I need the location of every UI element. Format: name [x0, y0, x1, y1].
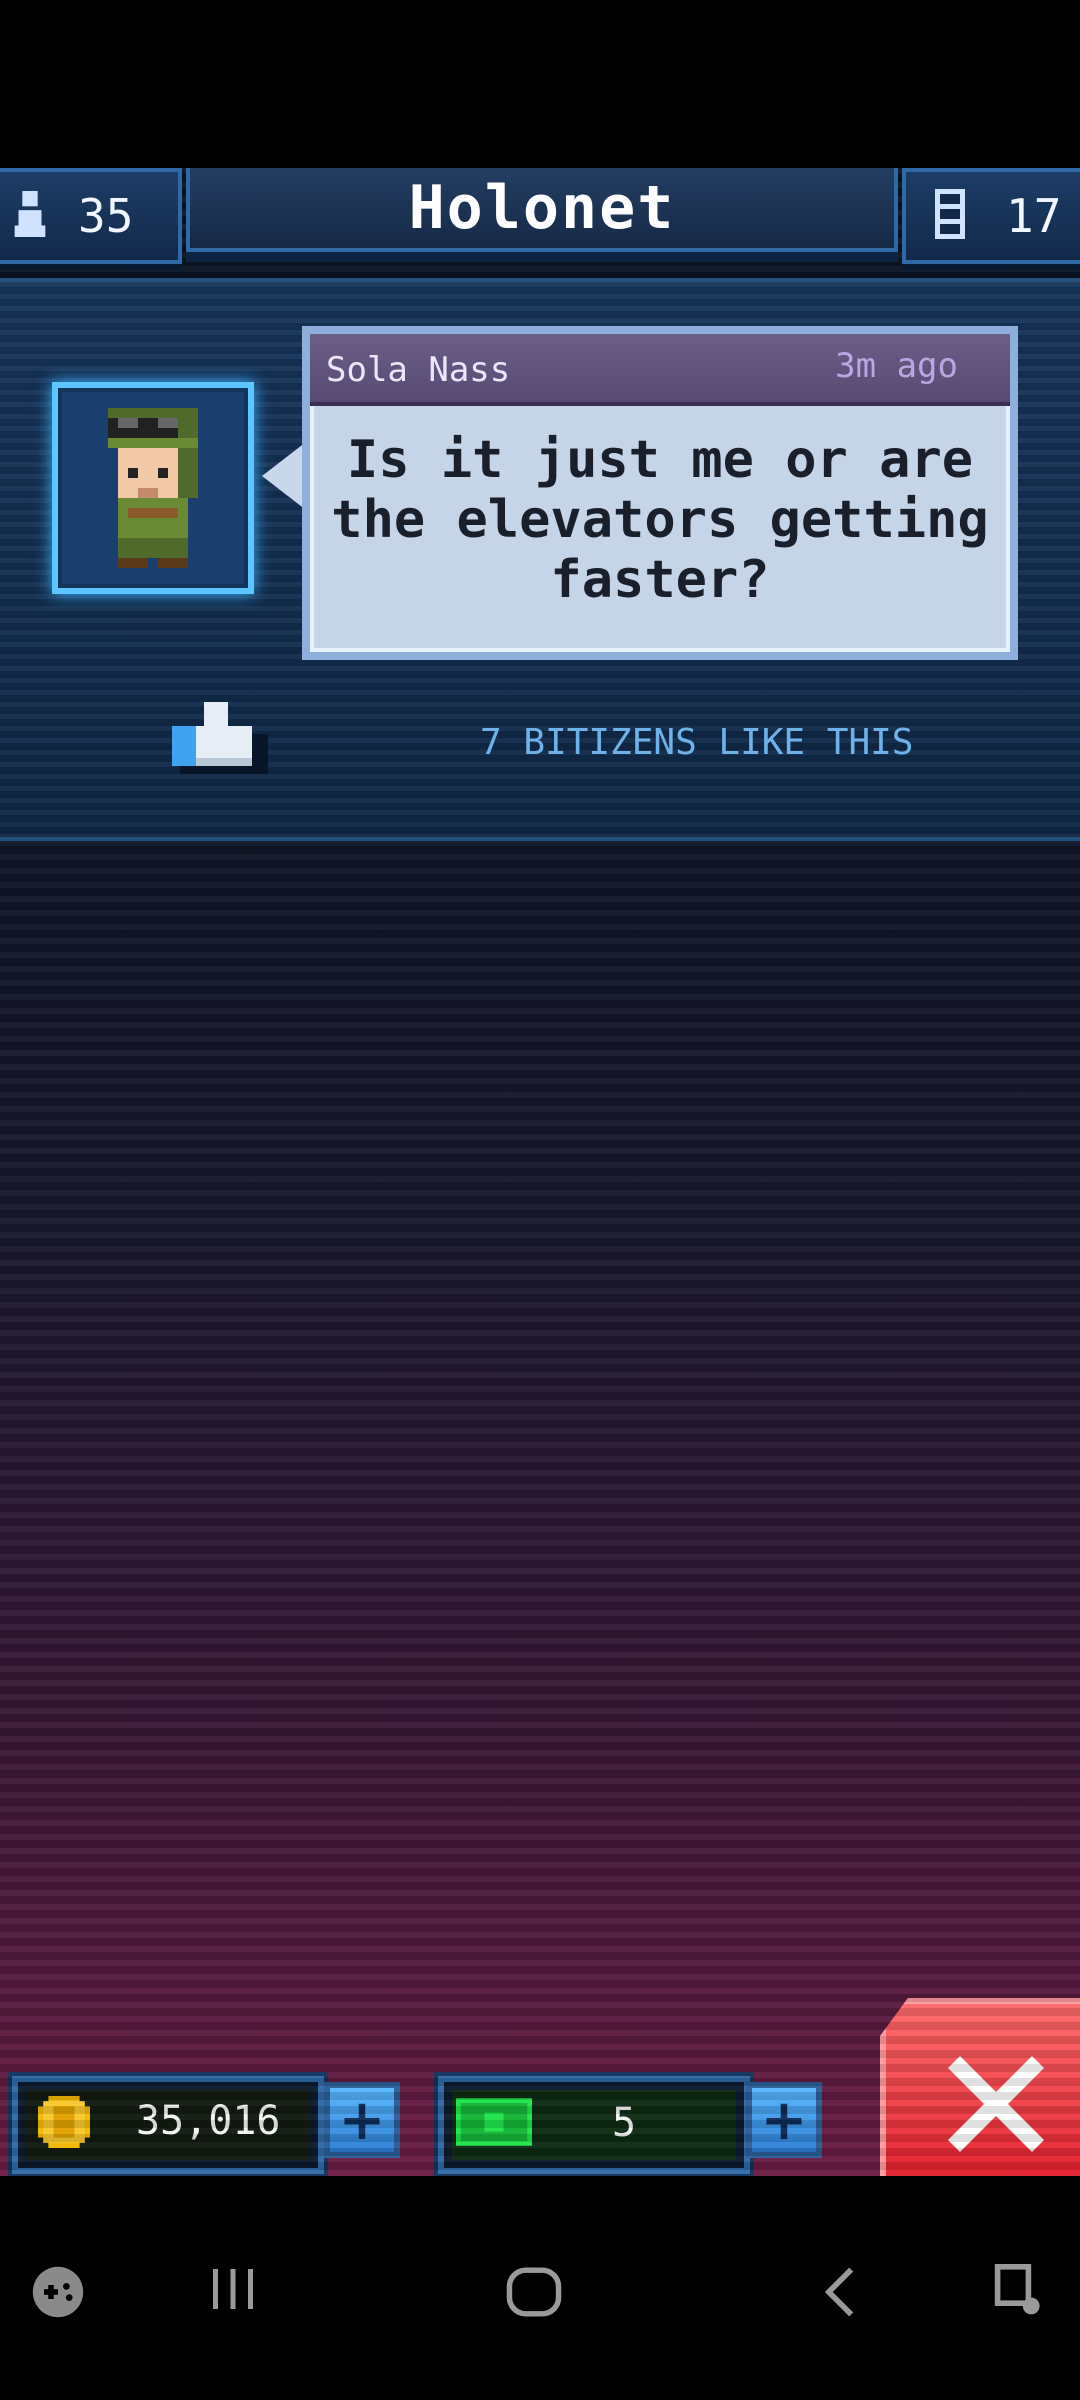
buy-bux-button[interactable]: +: [746, 2082, 822, 2158]
coin-balance: 35,016: [12, 2076, 324, 2174]
speech-bubble: Sola Nass 3m ago Is it just me or are th…: [302, 326, 1018, 660]
screen-assist-icon[interactable]: [992, 2264, 1048, 2324]
recent-apps-icon[interactable]: [208, 2264, 258, 2318]
bux-icon: [456, 2098, 532, 2150]
holonet-post: Sola Nass 3m ago Is it just me or are th…: [0, 278, 1080, 841]
page-title-bar: Holonet: [186, 168, 898, 252]
buy-coins-button[interactable]: +: [324, 2082, 400, 2158]
plus-icon: +: [760, 2087, 808, 2153]
avatar[interactable]: [52, 382, 254, 594]
population-counter[interactable]: 35: [0, 168, 182, 264]
plus-icon: +: [338, 2087, 386, 2153]
post-timestamp: 3m ago: [835, 346, 958, 386]
floor-count: 17: [1006, 189, 1062, 243]
bux-balance: 5: [438, 2076, 750, 2174]
likes-count: 7 BITIZENS LIKE THIS: [480, 722, 914, 763]
system-nav-bar: [0, 2176, 1080, 2400]
back-icon[interactable]: [820, 2264, 860, 2324]
page-title: Holonet: [408, 173, 676, 243]
post-header: Sola Nass 3m ago: [310, 334, 1010, 406]
bitizen-avatar-icon: [108, 408, 198, 568]
person-icon: [10, 191, 50, 241]
speech-bubble-tail: [262, 442, 306, 510]
close-button[interactable]: [880, 1998, 1080, 2176]
population-count: 35: [78, 189, 134, 243]
gamepad-icon[interactable]: [30, 2264, 86, 2324]
like-button[interactable]: [172, 692, 268, 776]
game-view: 35 Holonet 17 Sola Nass 3m ago Is it jus…: [0, 168, 1080, 2176]
post-message: Is it just me or are the elevators getti…: [331, 430, 989, 610]
status-bar: [0, 0, 1080, 168]
screen: 35 Holonet 17 Sola Nass 3m ago Is it jus…: [0, 0, 1080, 2400]
post-author[interactable]: Sola Nass: [326, 350, 510, 390]
bux-amount: 5: [612, 2100, 637, 2146]
coin-amount: 35,016: [136, 2098, 281, 2144]
floor-counter[interactable]: 17: [902, 168, 1080, 264]
home-icon[interactable]: [504, 2264, 564, 2324]
close-icon: [948, 2056, 1044, 2152]
coin-icon: [38, 2096, 90, 2152]
elevator-icon: [934, 189, 966, 243]
thumbs-up-icon: [172, 702, 268, 774]
